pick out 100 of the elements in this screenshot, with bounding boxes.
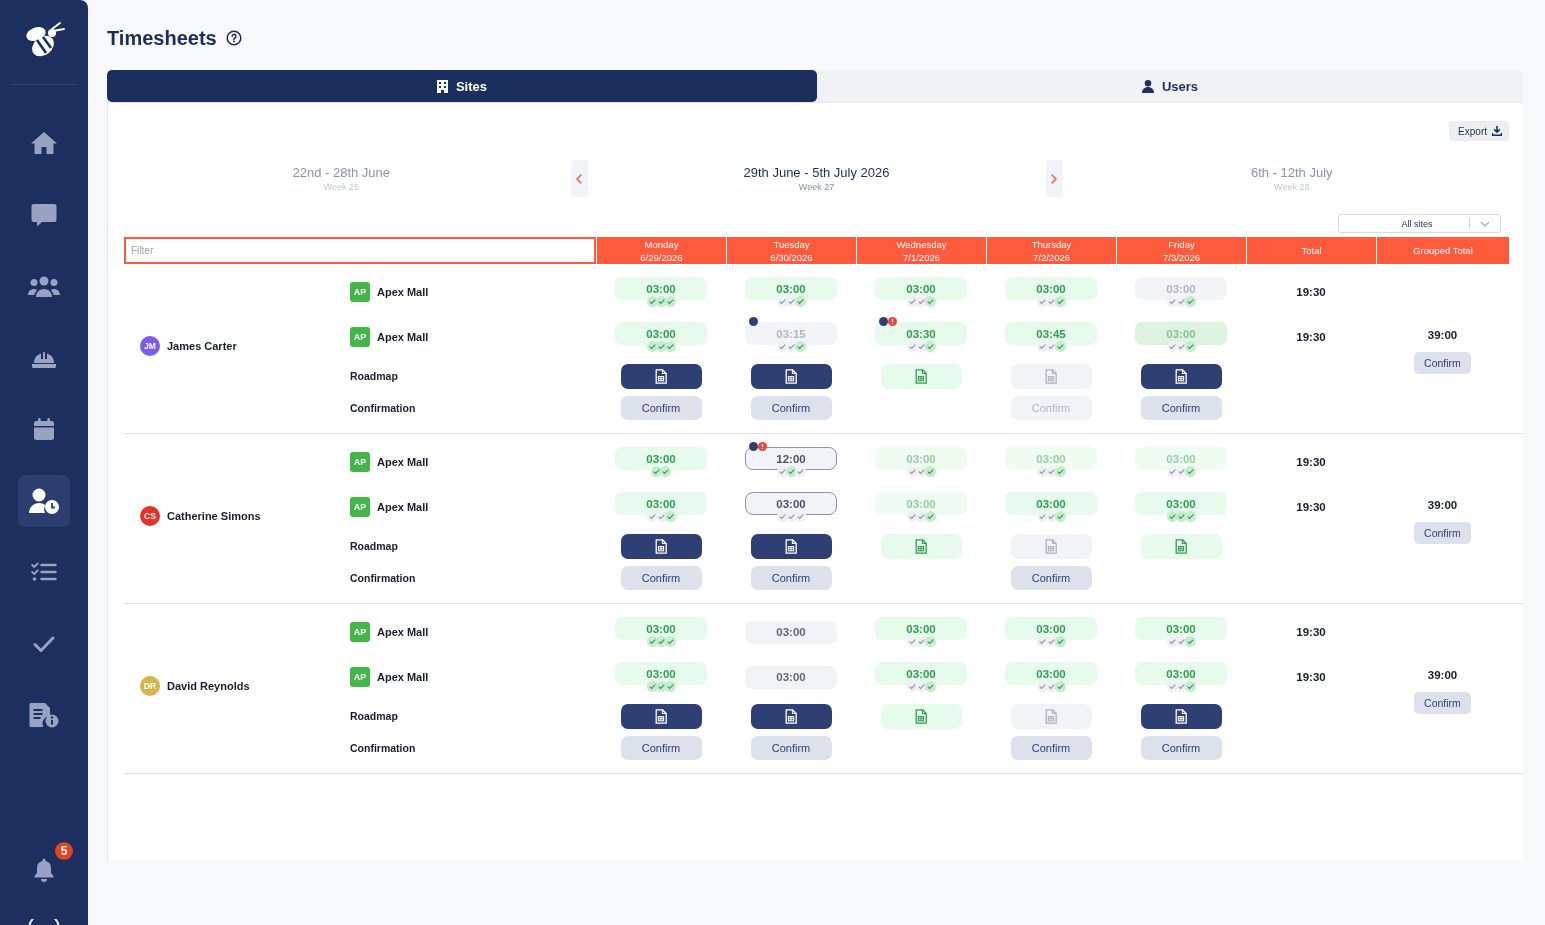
shift-time-chip[interactable]: 03:00: [1135, 322, 1227, 345]
shift-time-chip[interactable]: 03:00: [615, 322, 707, 345]
notification-count-badge: 5: [55, 842, 73, 860]
roadmap-button[interactable]: [1140, 363, 1222, 389]
shift-time-chip[interactable]: 03:00: [875, 447, 967, 470]
site-dropdown[interactable]: All sites: [1338, 214, 1501, 233]
spreadsheet-file-icon: [1045, 708, 1057, 724]
shift-time-chip[interactable]: 03:00: [615, 492, 707, 515]
shift-time-chip[interactable]: 03:00: [745, 665, 837, 689]
confirm-button[interactable]: Confirm: [1140, 396, 1222, 420]
chevron-right-icon: [1051, 173, 1057, 184]
confirm-button[interactable]: Confirm: [750, 736, 832, 760]
shift-time-chip[interactable]: 03:15: [745, 322, 837, 345]
confirm-button[interactable]: Confirm: [1010, 566, 1092, 590]
confirm-button[interactable]: Confirm: [620, 566, 702, 590]
site-name: Apex Mall: [377, 671, 429, 683]
spreadsheet-file-icon: [915, 708, 927, 724]
shift-time-chip[interactable]: 03:00: [615, 617, 707, 640]
filter-field[interactable]: Filter: [124, 237, 596, 264]
total-hours: 19:30: [1296, 501, 1326, 513]
confirm-button[interactable]: Confirm: [1414, 352, 1471, 374]
avatar: CS: [140, 506, 160, 526]
confirm-button[interactable]: Confirm: [620, 736, 702, 760]
shift-time-chip[interactable]: 12:00: [745, 447, 837, 470]
shift-time-chip[interactable]: 03:45: [1005, 322, 1097, 345]
day-name: Monday: [644, 237, 679, 251]
confirm-button[interactable]: Confirm: [620, 396, 702, 420]
shift-time-chip[interactable]: 03:00: [1135, 617, 1227, 640]
day-date: 7/3/2026: [1163, 250, 1200, 264]
week-range[interactable]: 6th - 12th July: [1250, 165, 1333, 180]
shift-time-chip[interactable]: 03:00: [745, 277, 837, 300]
site-name: Apex Mall: [377, 286, 429, 298]
checklist-icon: [31, 562, 57, 582]
roadmap-button[interactable]: [620, 703, 702, 729]
row-label: Confirmation: [350, 402, 416, 414]
roadmap-button[interactable]: [750, 703, 832, 729]
shift-time-chip[interactable]: 03:00: [1005, 617, 1097, 640]
shift-time-chip[interactable]: 03:00: [875, 492, 967, 515]
shift-time-chip[interactable]: 03:00: [1005, 492, 1097, 515]
grouped-total-hours: 39:00: [1427, 498, 1458, 512]
alert-icon: [758, 442, 767, 451]
confirm-button[interactable]: Confirm: [750, 396, 832, 420]
shift-time-chip[interactable]: 03:00: [1135, 277, 1227, 300]
site-badge: AP: [350, 667, 370, 687]
chevron-down-icon: [1480, 220, 1490, 227]
sidebar-item[interactable]: [18, 474, 70, 527]
roadmap-button[interactable]: [750, 363, 832, 389]
roadmap-button[interactable]: [1140, 703, 1222, 729]
shift-time-chip[interactable]: 03:00: [875, 662, 967, 685]
shift-time-chip[interactable]: 03:00: [875, 277, 967, 300]
total-hours: 19:30: [1296, 331, 1326, 343]
shift-time-chip[interactable]: 03:00: [1135, 447, 1227, 470]
site-badge: AP: [350, 327, 370, 347]
users-icon: [28, 275, 60, 297]
total-hours: 19:30: [1296, 671, 1326, 683]
user-clock-icon: [29, 487, 59, 514]
week-range[interactable]: 22nd - 28th June: [292, 165, 391, 180]
confirm-button[interactable]: Confirm: [1414, 522, 1471, 544]
tab[interactable]: Users: [817, 70, 1523, 102]
roadmap-button[interactable]: [620, 533, 702, 559]
day-name: Wednesday: [896, 237, 947, 251]
alert-icon: [888, 317, 897, 326]
shift-time-chip[interactable]: 03:00: [615, 662, 707, 685]
shift-time-chip[interactable]: 03:00: [615, 447, 707, 470]
site-name: Apex Mall: [377, 456, 429, 468]
shift-time-chip[interactable]: 03:00: [1005, 662, 1097, 685]
confirm-button[interactable]: Confirm: [1010, 736, 1092, 760]
roadmap-button[interactable]: [750, 533, 832, 559]
help-icon[interactable]: [225, 30, 242, 46]
user-avatar-icon[interactable]: [28, 919, 60, 925]
shift-time-chip[interactable]: 03:00: [615, 277, 707, 300]
site-name: Apex Mall: [377, 331, 429, 343]
site-name: Apex Mall: [377, 626, 429, 638]
confirm-button[interactable]: Confirm: [1414, 692, 1471, 714]
shift-time-chip[interactable]: 03:00: [1005, 277, 1097, 300]
employee-name: Catherine Simons: [167, 510, 261, 522]
week-number: Week 27: [798, 182, 835, 192]
dot-icon: [749, 442, 758, 451]
shift-time-chip[interactable]: 03:30: [875, 322, 967, 345]
shift-time-chip[interactable]: 03:00: [875, 617, 967, 640]
shift-time-chip[interactable]: 03:00: [745, 620, 837, 644]
shift-time-chip[interactable]: 03:00: [1135, 662, 1227, 685]
confirm-button[interactable]: Confirm: [1140, 736, 1222, 760]
dot-icon: [749, 317, 758, 326]
spreadsheet-file-icon: [785, 708, 797, 724]
shift-time-chip[interactable]: 03:00: [745, 492, 837, 515]
chevron-left-icon: [576, 173, 582, 184]
spreadsheet-file-icon: [1045, 538, 1057, 554]
site-badge: AP: [350, 452, 370, 472]
day-name: Thursday: [1031, 237, 1072, 251]
bell-icon: [32, 857, 56, 883]
shift-time-chip[interactable]: 03:00: [1005, 447, 1097, 470]
roadmap-button[interactable]: [620, 363, 702, 389]
avatar: JM: [140, 336, 160, 356]
shift-time-chip[interactable]: 03:00: [1135, 492, 1227, 515]
tab[interactable]: Sites: [107, 70, 817, 102]
day-date: 6/30/2026: [770, 250, 813, 264]
export-button[interactable]: Export: [1449, 121, 1509, 141]
confirm-button[interactable]: Confirm: [750, 566, 832, 590]
calendar-icon: [34, 418, 54, 440]
